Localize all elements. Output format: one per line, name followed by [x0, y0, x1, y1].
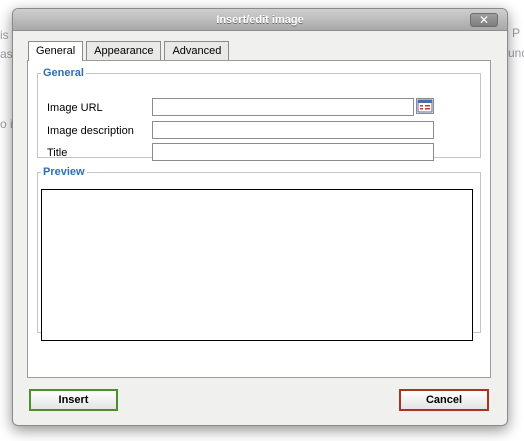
- background-text-fragment: as: [0, 47, 13, 61]
- image-description-label: Image description: [47, 125, 134, 137]
- image-url-input[interactable]: [152, 98, 414, 116]
- browse-button[interactable]: [416, 98, 434, 114]
- background-text-fragment: o i: [0, 117, 13, 131]
- insert-image-dialog: Insert/edit image ✕ General Appearance A…: [12, 8, 508, 426]
- general-fieldset: General Image URL Image description Titl…: [37, 67, 481, 161]
- background-text-fragment: is: [0, 28, 9, 42]
- tab-panel-general: General Image URL Image description Titl…: [27, 60, 491, 378]
- close-icon: ✕: [478, 13, 490, 27]
- browse-list-icon: [417, 99, 433, 113]
- title-input[interactable]: [152, 143, 434, 161]
- image-description-input[interactable]: [152, 121, 434, 139]
- tab-appearance[interactable]: Appearance: [86, 41, 162, 60]
- preview-legend: Preview: [43, 166, 85, 178]
- dialog-titlebar[interactable]: Insert/edit image: [13, 9, 507, 31]
- background-text-fragment: und: [508, 46, 524, 60]
- title-label: Title: [47, 147, 68, 159]
- general-legend: General: [43, 67, 84, 79]
- preview-area: [41, 189, 473, 341]
- tab-bar: General Appearance Advanced: [28, 41, 232, 61]
- dialog-title: Insert/edit image: [216, 14, 304, 26]
- image-url-label: Image URL: [47, 102, 103, 114]
- background-text-fragment: P: [512, 26, 521, 40]
- close-button[interactable]: ✕: [470, 13, 498, 27]
- insert-button[interactable]: Insert: [29, 389, 118, 411]
- preview-fieldset: Preview: [37, 166, 481, 341]
- cancel-button[interactable]: Cancel: [399, 389, 489, 411]
- tab-general[interactable]: General: [28, 41, 84, 61]
- tab-advanced[interactable]: Advanced: [164, 41, 230, 60]
